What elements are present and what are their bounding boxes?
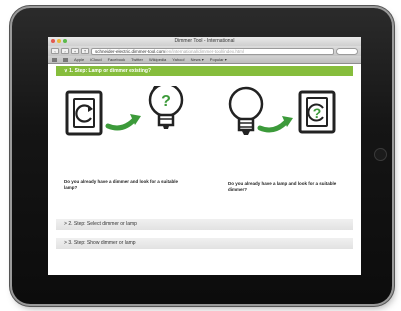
url-path: /en/international/dimmer-tool/index.html: [165, 48, 244, 54]
bookmark-item[interactable]: iCloud: [90, 57, 101, 62]
arrow-right-icon: [105, 114, 141, 131]
bookmark-item[interactable]: Facebook: [108, 57, 126, 62]
bookmark-item[interactable]: News ▾: [191, 57, 204, 62]
search-field[interactable]: [336, 47, 358, 55]
option-dimmer-caption: Do you already have a dimmer and look fo…: [64, 179, 179, 190]
step2-header[interactable]: > 2. Step: Select dimmer or lamp: [56, 219, 353, 230]
bulb-icon: [228, 86, 264, 135]
window-controls: [51, 39, 67, 43]
option-lamp-caption: Do you already have a lamp and look for …: [228, 181, 337, 192]
step1-header[interactable]: ∨ 1. Step: Lamp or dimmer existing?: [56, 66, 353, 76]
arrow-right-icon: [257, 116, 293, 133]
reading-list-icon[interactable]: [52, 57, 57, 62]
bookmark-item[interactable]: Apple: [74, 57, 84, 62]
add-tab-button[interactable]: +: [71, 48, 79, 54]
back-button[interactable]: ‹: [51, 48, 59, 54]
step1-label: 1. Step: Lamp or dimmer existing?: [69, 68, 152, 74]
url-field[interactable]: schneider-electric.dimmer-tool.com/en/in…: [91, 47, 334, 55]
bookmark-item[interactable]: Yahoo!: [172, 57, 184, 62]
option-have-lamp[interactable]: ?: [228, 86, 352, 148]
url-host: schneider-electric.dimmer-tool.com: [95, 48, 166, 54]
home-button[interactable]: [374, 148, 387, 161]
option-have-dimmer[interactable]: ?: [64, 86, 194, 148]
bookmarks-icon[interactable]: [63, 57, 68, 62]
share-button[interactable]: ⇡: [81, 48, 89, 54]
step2-label: 2. Step: Select dimmer or lamp: [68, 221, 137, 227]
window-titlebar: Dimmer Tool - International: [48, 37, 361, 46]
window-title: Dimmer Tool - International: [174, 38, 235, 44]
minimize-icon[interactable]: [57, 39, 61, 43]
step3-label: 3. Step: Show dimmer or lamp: [68, 240, 136, 246]
dimmer-question-icon: ?: [298, 90, 336, 134]
svg-text:?: ?: [161, 93, 171, 110]
step3-header[interactable]: > 3. Step: Show dimmer or lamp: [56, 238, 353, 249]
address-bar: ‹ › + ⇡ schneider-electric.dimmer-tool.c…: [48, 46, 361, 56]
page-content: ∨ 1. Step: Lamp or dimmer existing? ? Do…: [48, 64, 361, 275]
bookmark-item[interactable]: Wikipedia: [149, 57, 166, 62]
browser-window: Dimmer Tool - International ‹ › + ⇡ schn…: [48, 37, 361, 275]
close-icon[interactable]: [51, 39, 55, 43]
svg-text:?: ?: [313, 105, 322, 121]
option-dimmer-graphic: ?: [65, 86, 184, 136]
dimmer-icon: [65, 90, 103, 136]
bookmark-item[interactable]: Popular ▾: [210, 57, 227, 62]
bulb-question-icon: ?: [148, 86, 184, 129]
bookmark-item[interactable]: Twitter: [131, 57, 143, 62]
bookmarks-bar: Apple iCloud Facebook Twitter Wikipedia …: [48, 56, 361, 64]
option-lamp-graphic: ?: [228, 86, 336, 135]
maximize-icon[interactable]: [63, 39, 67, 43]
forward-button[interactable]: ›: [61, 48, 69, 54]
